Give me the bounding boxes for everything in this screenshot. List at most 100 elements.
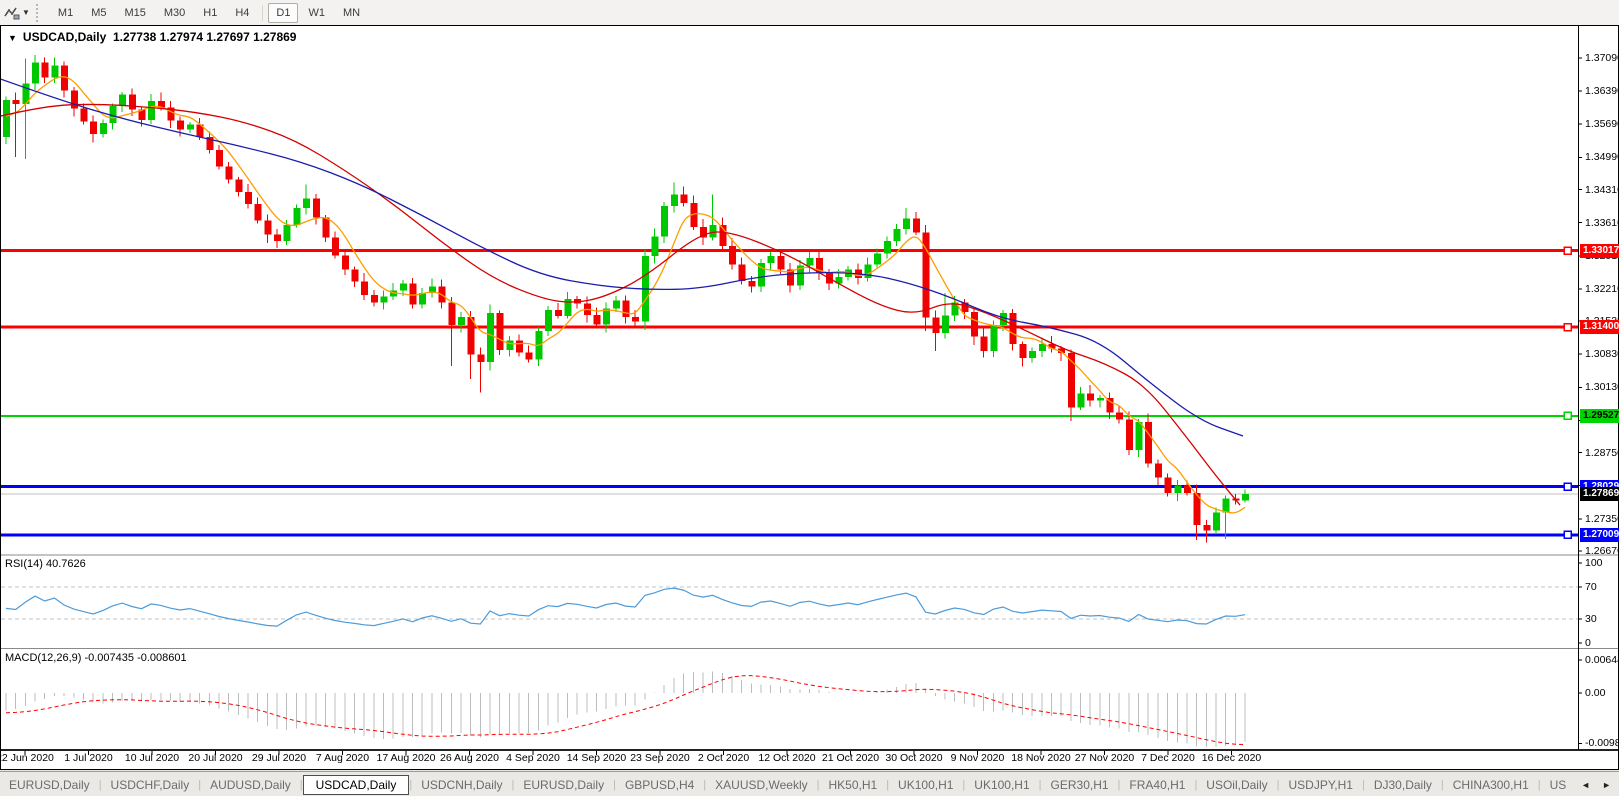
line-handle[interactable] xyxy=(1564,324,1571,331)
price-axis-tick: 1.33610 xyxy=(1585,216,1619,230)
symbol-tab-hk50-h1[interactable]: HK50,H1 xyxy=(819,778,886,792)
symbol-tab-us[interactable]: US xyxy=(1541,778,1576,792)
candle-body xyxy=(303,199,310,208)
candle-body xyxy=(671,195,678,206)
candle-body xyxy=(410,284,417,305)
candle-body xyxy=(187,125,194,130)
price-axis-tick: 1.27350 xyxy=(1585,512,1619,526)
candle-body xyxy=(1087,393,1094,400)
price-axis-tick: 1.36390 xyxy=(1585,84,1619,98)
symbol-tab-usoil-daily[interactable]: USOil,Daily xyxy=(1197,778,1276,792)
candle-body xyxy=(129,94,136,109)
symbol-tab-usdcnh-daily[interactable]: USDCNH,Daily xyxy=(412,778,511,792)
candle-body xyxy=(1136,422,1143,450)
chart-symbol-label: USDCAD,Daily xyxy=(23,30,106,44)
candle-body xyxy=(739,265,746,281)
price-axis-tick: 1.35690 xyxy=(1585,117,1619,131)
candle-body xyxy=(400,284,407,291)
candle-body xyxy=(322,217,329,237)
date-axis-label: 16 Dec 2020 xyxy=(1202,752,1262,764)
macd-axis-tick: 0.00 xyxy=(1585,686,1605,700)
line-handle[interactable] xyxy=(1564,531,1571,538)
candle-body xyxy=(913,218,920,232)
line-handle[interactable] xyxy=(1564,247,1571,254)
tab-scroll-arrows: ◄ ► xyxy=(1575,772,1617,796)
line-handle[interactable] xyxy=(1564,412,1571,419)
line-handle[interactable] xyxy=(1564,483,1571,490)
candle-body xyxy=(235,180,242,192)
candle-body xyxy=(729,246,736,265)
candle-body xyxy=(477,355,484,363)
candle-body xyxy=(516,340,523,352)
symbol-tab-uk100-h1[interactable]: UK100,H1 xyxy=(965,778,1038,792)
date-axis-label: 23 Sep 2020 xyxy=(630,752,690,764)
candle-body xyxy=(332,237,339,255)
candle-body xyxy=(806,258,813,266)
candle-body xyxy=(448,303,455,325)
price-axis-tick: 1.30830 xyxy=(1585,347,1619,361)
candle-body xyxy=(1010,313,1017,344)
candle-body xyxy=(177,120,184,129)
price-axis-tick: 1.34990 xyxy=(1585,150,1619,164)
symbol-tab-eurusd-daily[interactable]: EURUSD,Daily xyxy=(514,778,613,792)
symbol-tab-audusd-daily[interactable]: AUDUSD,Daily xyxy=(201,778,300,792)
candle-body xyxy=(545,310,552,331)
candle-body xyxy=(371,295,378,303)
price-axis-tick: 1.37090 xyxy=(1585,51,1619,65)
symbol-tab-gbpusd-h4[interactable]: GBPUSD,H4 xyxy=(616,778,703,792)
symbol-tab-usdchf-daily[interactable]: USDCHF,Daily xyxy=(102,778,199,792)
date-axis-label: 17 Aug 2020 xyxy=(377,752,436,764)
candle-body xyxy=(264,220,271,234)
symbol-tab-usdcad-daily[interactable]: USDCAD,Daily xyxy=(303,775,410,795)
symbol-tab-china300-h1[interactable]: CHINA300,H1 xyxy=(1444,778,1538,792)
candle-body xyxy=(80,109,87,122)
collapse-arrow-icon[interactable]: ▼ xyxy=(8,33,17,43)
candle-body xyxy=(903,218,910,228)
candle-body xyxy=(623,301,630,317)
date-axis-label: 18 Nov 2020 xyxy=(1011,752,1071,764)
candle-body xyxy=(990,325,997,351)
candle-body xyxy=(1213,513,1220,531)
candle-body xyxy=(487,313,494,362)
rsi-axis-tick: 30 xyxy=(1585,612,1597,626)
chart-canvas[interactable] xyxy=(0,0,1619,796)
tab-scroll-left-icon[interactable]: ◄ xyxy=(1575,780,1596,790)
candle-body xyxy=(458,317,465,325)
candle-body xyxy=(613,301,620,309)
candle-body xyxy=(1165,478,1172,493)
candle-body xyxy=(42,62,49,77)
date-axis-label: 7 Aug 2020 xyxy=(316,752,369,764)
candle-body xyxy=(884,241,891,253)
date-axis-label: 10 Jul 2020 xyxy=(125,752,179,764)
candle-body xyxy=(1126,419,1133,450)
candle-body xyxy=(593,315,600,324)
symbol-tab-usdjpy-h1[interactable]: USDJPY,H1 xyxy=(1280,778,1362,792)
candle-body xyxy=(874,253,881,264)
candle-body xyxy=(971,312,978,337)
price-axis-tick: 1.34310 xyxy=(1585,183,1619,197)
candle-body xyxy=(351,269,358,281)
candle-body xyxy=(661,206,668,236)
date-axis-label: 29 Jul 2020 xyxy=(252,752,306,764)
candle-body xyxy=(1223,498,1230,512)
candle-body xyxy=(32,62,39,83)
symbol-tab-ger30-h1[interactable]: GER30,H1 xyxy=(1042,778,1118,792)
symbol-tab-dj30-daily[interactable]: DJ30,Daily xyxy=(1365,778,1441,792)
candle-body xyxy=(526,353,533,360)
candle-body xyxy=(894,229,901,241)
symbol-tab-uk100-h1[interactable]: UK100,H1 xyxy=(889,778,962,792)
candle-body xyxy=(777,256,784,269)
date-axis-label: 2 Oct 2020 xyxy=(698,752,749,764)
candle-body xyxy=(100,123,107,134)
candle-body xyxy=(284,225,291,241)
symbol-tab-xauusd-weekly[interactable]: XAUUSD,Weekly xyxy=(706,778,816,792)
date-axis-label: 12 Oct 2020 xyxy=(758,752,815,764)
candle-body xyxy=(1077,393,1084,407)
candle-body xyxy=(1242,494,1249,500)
symbol-tab-eurusd-daily[interactable]: EURUSD,Daily xyxy=(0,778,99,792)
price-axis-tick: 1.32210 xyxy=(1585,282,1619,296)
symbol-tab-fra40-h1[interactable]: FRA40,H1 xyxy=(1120,778,1194,792)
tab-scroll-right-icon[interactable]: ► xyxy=(1596,780,1617,790)
candle-body xyxy=(506,340,513,349)
candle-body xyxy=(1029,351,1036,358)
